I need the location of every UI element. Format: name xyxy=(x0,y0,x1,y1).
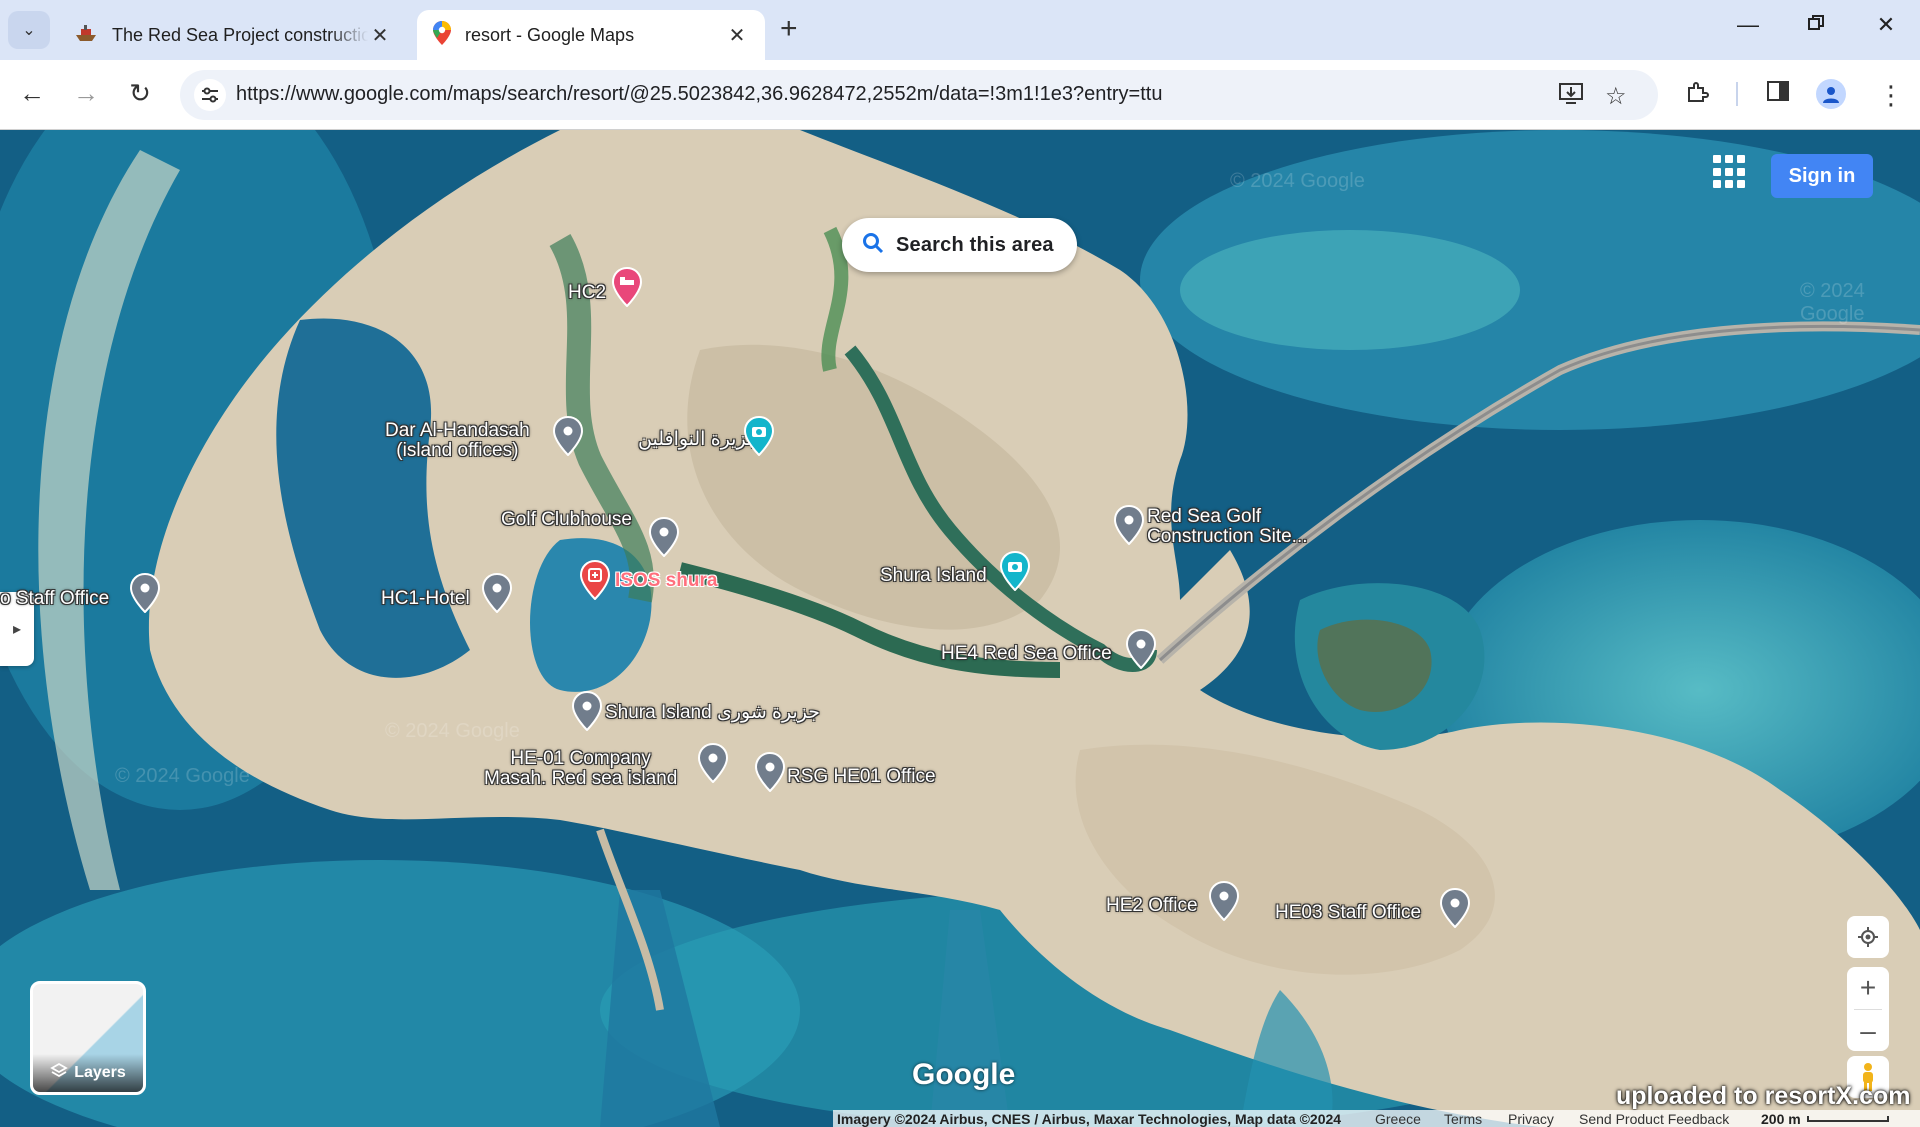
location-pin-icon[interactable] xyxy=(1440,888,1470,928)
layers-icon xyxy=(50,1062,69,1085)
location-pin-icon[interactable] xyxy=(755,752,785,792)
back-icon[interactable]: ← xyxy=(14,78,50,109)
map-watermark: © 2024 Google xyxy=(1800,280,1865,325)
tab-red-sea-project[interactable]: The Red Sea Project construction ✕ xyxy=(58,10,408,60)
camera-pin-icon[interactable] xyxy=(1000,551,1030,591)
google-maps-favicon-icon xyxy=(433,20,451,50)
google-logo: Google xyxy=(912,1058,1016,1091)
layers-label: Layers xyxy=(74,1064,126,1081)
restore-icon[interactable] xyxy=(1796,12,1836,38)
place-label-he2-office[interactable]: HE2 Office xyxy=(1106,896,1198,916)
place-label-hc1-hotel[interactable]: HC1-Hotel xyxy=(381,589,470,609)
place-label-he01-company[interactable]: HE-01 Company Masah. Red sea island xyxy=(484,749,677,789)
location-pin-icon[interactable] xyxy=(1114,505,1144,545)
zoom-out-button[interactable]: – xyxy=(1860,1010,1876,1051)
place-label-line: Construction Site... xyxy=(1147,526,1308,547)
place-label-line: HE-01 Company xyxy=(510,748,651,769)
my-location-icon xyxy=(1858,927,1878,947)
hotel-pin-icon[interactable] xyxy=(612,267,642,307)
extensions-icon[interactable] xyxy=(1685,80,1709,111)
search-this-area-button[interactable]: Search this area xyxy=(842,218,1077,272)
more-menu-icon[interactable]: ⋮ xyxy=(1878,80,1904,111)
close-tab-icon[interactable]: ✕ xyxy=(368,23,392,48)
minimize-icon[interactable]: — xyxy=(1728,12,1768,38)
zoom-in-button[interactable]: + xyxy=(1860,967,1876,1009)
imagery-attribution: Imagery ©2024 Airbus, CNES / Airbus, Max… xyxy=(837,1111,1342,1127)
address-bar[interactable]: https://www.google.com/maps/search/resor… xyxy=(180,70,1658,120)
place-label-shura-island[interactable]: Shura Island xyxy=(880,566,987,586)
upload-watermark: uploaded to resortX.com xyxy=(1616,1082,1911,1110)
tab-google-maps[interactable]: resort - Google Maps ✕ xyxy=(417,10,765,60)
scale-label[interactable]: 200 m xyxy=(1761,1111,1801,1127)
place-label-he4-office[interactable]: HE4 Red Sea Office xyxy=(941,644,1112,664)
my-location-button[interactable] xyxy=(1847,916,1889,958)
place-label-rsg-he01-office[interactable]: RSG HE01 Office xyxy=(787,767,936,787)
layers-button[interactable]: Layers xyxy=(30,981,146,1095)
place-label-line: Dar Al-Handasah xyxy=(385,420,530,441)
location-pin-icon[interactable] xyxy=(482,573,512,613)
ship-favicon-icon xyxy=(74,23,98,48)
site-info-icon[interactable] xyxy=(194,79,226,111)
new-tab-button[interactable]: + xyxy=(780,14,798,44)
url-text[interactable]: https://www.google.com/maps/search/resor… xyxy=(236,83,1162,106)
medical-pin-icon[interactable] xyxy=(580,560,610,600)
toolbar-divider xyxy=(1736,82,1738,106)
location-pin-icon[interactable] xyxy=(698,743,728,783)
place-label-line: (island offices) xyxy=(396,440,519,461)
terms-link[interactable]: Terms xyxy=(1444,1111,1482,1127)
place-label-hc2[interactable]: HC2 xyxy=(568,283,606,303)
scale-bar xyxy=(1807,1116,1889,1122)
map-watermark: © 2024 Google xyxy=(115,765,250,787)
place-label-staff-office[interactable]: o Staff Office xyxy=(0,589,109,609)
profile-avatar-icon[interactable] xyxy=(1816,79,1846,109)
place-label-he03-staff-office[interactable]: HE03 Staff Office xyxy=(1275,903,1421,923)
install-app-icon[interactable] xyxy=(1558,82,1584,113)
forward-icon[interactable]: → xyxy=(68,78,104,109)
reload-icon[interactable]: ↻ xyxy=(122,78,158,109)
side-panel-icon[interactable] xyxy=(1766,80,1790,109)
tab-title: The Red Sea Project construction xyxy=(112,24,368,45)
tab-search-button[interactable]: ⌄ xyxy=(8,11,50,49)
place-label-red-sea-golf[interactable]: Red Sea Golf Construction Site... xyxy=(1147,507,1308,547)
search-this-area-label: Search this area xyxy=(896,233,1054,256)
map-footer: Imagery ©2024 Airbus, CNES / Airbus, Max… xyxy=(833,1110,1920,1127)
location-pin-icon[interactable] xyxy=(553,416,583,456)
close-tab-icon[interactable]: ✕ xyxy=(725,23,749,48)
tab-bar: ⌄ The Red Sea Project construction ✕ res… xyxy=(0,0,1920,60)
search-icon xyxy=(862,232,884,259)
map-watermark: © 2024 Google xyxy=(385,720,520,742)
location-pin-icon[interactable] xyxy=(572,691,602,731)
layers-label-wrap: Layers xyxy=(33,1054,143,1092)
bookmark-star-icon[interactable]: ☆ xyxy=(1605,82,1627,111)
place-label-shura-island-arabic[interactable]: Shura Island جزيرة شورى xyxy=(605,703,820,723)
tab-title: resort - Google Maps xyxy=(465,24,635,45)
place-label-line: Masah. Red sea island xyxy=(484,768,678,789)
chevron-right-icon: ▸ xyxy=(12,621,22,638)
location-pin-icon[interactable] xyxy=(1209,881,1239,921)
place-label-golf-clubhouse[interactable]: Golf Clubhouse xyxy=(501,510,632,530)
privacy-link[interactable]: Privacy xyxy=(1508,1111,1554,1127)
camera-pin-icon[interactable] xyxy=(744,416,774,456)
location-pin-icon[interactable] xyxy=(649,517,679,557)
place-label-line: Red Sea Golf xyxy=(1147,506,1262,527)
country-link[interactable]: Greece xyxy=(1375,1111,1421,1127)
satellite-map[interactable]: © 2024 Google © 2024 Google © 2024 Googl… xyxy=(0,130,1920,1127)
place-label-isos-shura[interactable]: ISOS shura xyxy=(615,571,717,591)
location-pin-icon[interactable] xyxy=(130,573,160,613)
place-label-arabic-island[interactable]: جزيرة النوافلين xyxy=(638,430,759,450)
browser-toolbar: ← → ↻ https://www.google.com/maps/search… xyxy=(0,60,1920,130)
location-pin-icon[interactable] xyxy=(1126,629,1156,669)
zoom-controls: + – xyxy=(1847,967,1889,1051)
google-apps-icon[interactable] xyxy=(1710,152,1750,192)
satellite-imagery xyxy=(0,130,1920,1127)
sign-in-button[interactable]: Sign in xyxy=(1771,154,1873,198)
send-feedback-link[interactable]: Send Product Feedback xyxy=(1579,1111,1729,1127)
close-window-icon[interactable]: ✕ xyxy=(1866,12,1906,38)
chevron-down-icon: ⌄ xyxy=(22,22,36,39)
map-watermark: © 2024 Google xyxy=(1230,170,1365,192)
place-label-dar-al-handasah[interactable]: Dar Al-Handasah (island offices) xyxy=(385,421,530,461)
